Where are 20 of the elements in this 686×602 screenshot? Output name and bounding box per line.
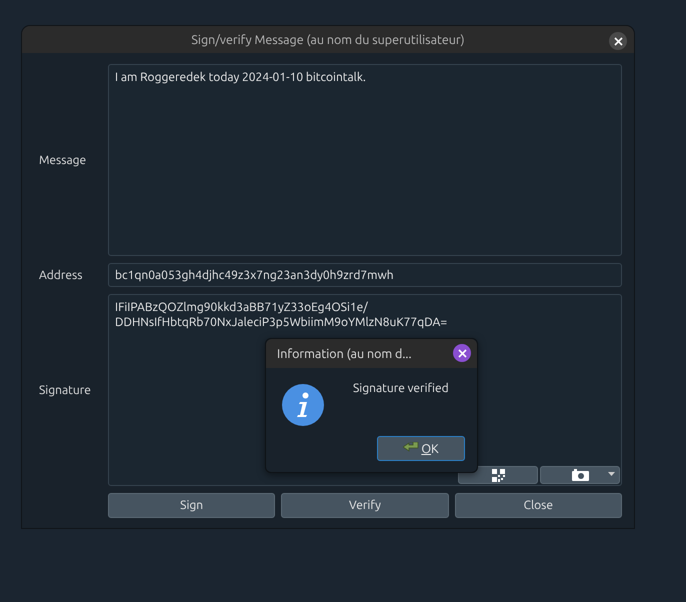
dialog-message: Signature verified: [353, 382, 449, 397]
action-button[interactable]: Close: [454, 493, 622, 518]
field-label: Signature: [38, 384, 92, 396]
close-icon[interactable]: [609, 32, 627, 50]
qr-code-icon: [492, 468, 504, 482]
camera-button[interactable]: [540, 466, 620, 484]
close-icon[interactable]: [453, 344, 471, 362]
ok-button[interactable]: OK: [377, 436, 465, 461]
dialog-title: Information (au nom d...: [277, 346, 412, 360]
info-icon: [282, 384, 324, 426]
message-field[interactable]: I am Roggeredek today 2024-01-10 bitcointalk.: [108, 64, 622, 256]
window-title: Sign/verify Message (au nom du superutilisateur): [191, 32, 465, 46]
qr-code-button[interactable]: [458, 466, 538, 484]
action-button[interactable]: Sign: [108, 493, 276, 518]
field-label: Message: [38, 154, 88, 166]
action-button[interactable]: Verify: [281, 493, 449, 518]
dropdown-arrow-icon: [608, 472, 615, 476]
address-field[interactable]: bc1qn0a053gh4djhc49z3x7ng23an3dy0h9zrd7mwh: [108, 263, 622, 287]
field-label: Address: [38, 268, 84, 282]
camera-icon: [572, 469, 588, 481]
